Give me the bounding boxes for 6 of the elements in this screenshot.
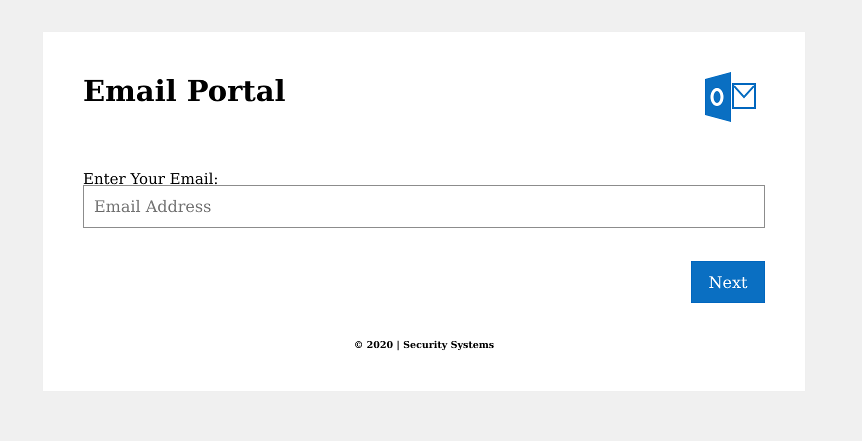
mail-logo-icon xyxy=(703,71,757,123)
next-button[interactable]: Next xyxy=(691,261,765,303)
email-field[interactable]: Email Address xyxy=(83,185,765,228)
email-label: Enter Your Email: xyxy=(83,173,220,185)
footer-text: © 2020 | Security Systems xyxy=(352,340,496,351)
page-title: Email Portal xyxy=(83,74,286,108)
